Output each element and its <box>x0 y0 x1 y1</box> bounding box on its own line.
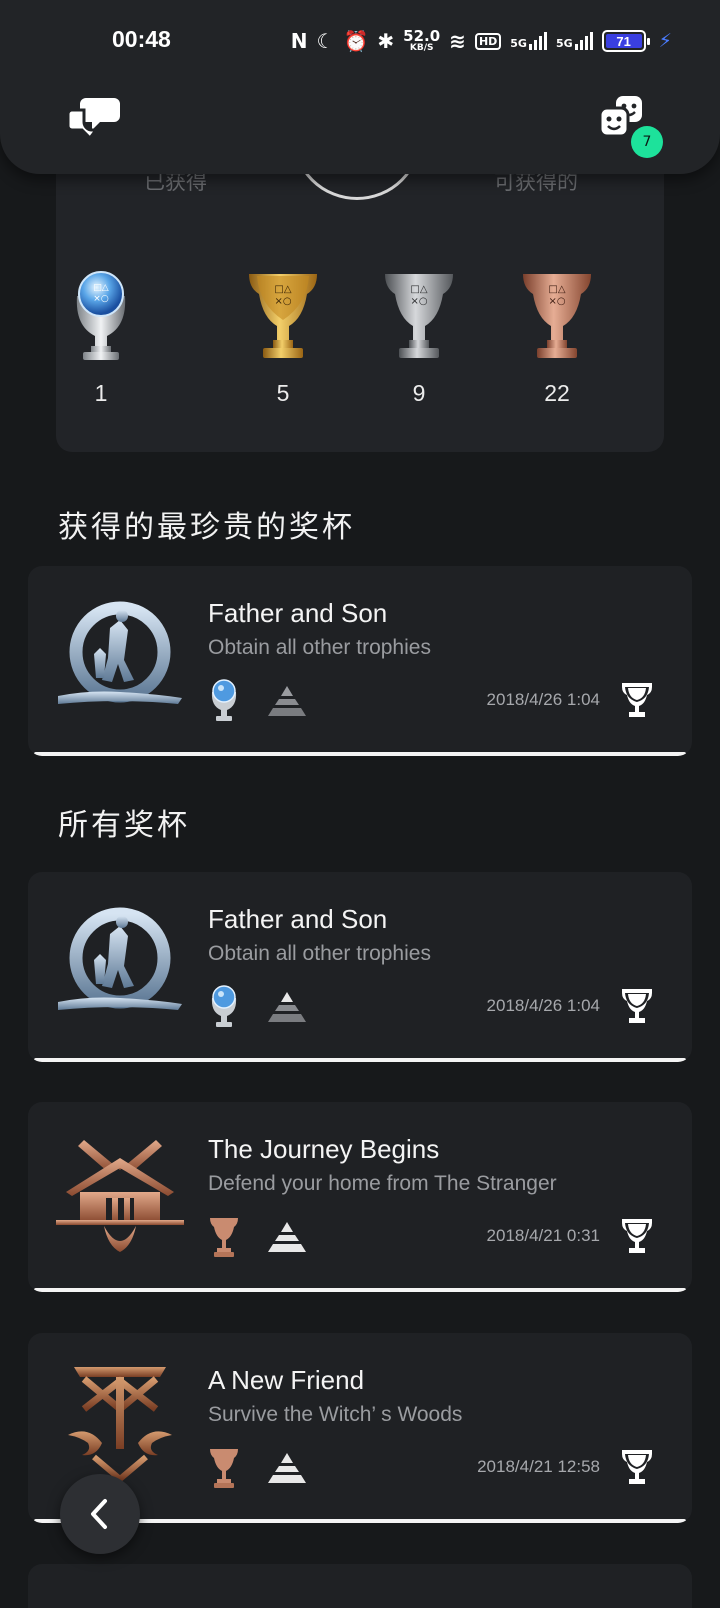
card-underline <box>34 1288 686 1292</box>
card-underline <box>34 752 686 756</box>
trophy-card[interactable]: Father and Son Obtain all other trophies… <box>28 872 692 1062</box>
a-new-friend-artwork <box>68 1367 172 1483</box>
father-and-son-artwork <box>58 601 182 704</box>
the-journey-begins-artwork <box>56 1140 184 1252</box>
bronze-grade-icon <box>210 1218 238 1257</box>
signal-icon-2: 5G <box>556 32 593 50</box>
trophy-name: A New Friend <box>208 1365 365 1395</box>
moon-icon: ☾ <box>316 29 335 53</box>
trophy-name: Father and Son <box>208 598 388 628</box>
trophy-name: The Journey Begins <box>208 1134 440 1164</box>
card-underline <box>34 1058 686 1062</box>
trophy-list-screen: 00:48 N ☾ ⏰ ✱ 52.0 KB/S ≋ HD 5G 5G 71 ⚡ <box>0 0 720 1608</box>
nfc-icon: N <box>290 29 308 53</box>
earned-trophy-icon <box>622 683 652 717</box>
rarity-pyramid-icon <box>268 686 306 716</box>
father-and-son-artwork <box>58 907 182 1010</box>
svg-text:×○: ×○ <box>548 296 565 307</box>
alarm-icon: ⏰ <box>343 29 369 53</box>
trophy-card[interactable]: The Journey Begins Defend your home from… <box>28 1102 692 1292</box>
rarest-trophy-card[interactable]: Father and Son Obtain all other trophies… <box>28 566 692 756</box>
messages-button[interactable] <box>66 94 120 141</box>
svg-text:×○: ×○ <box>93 294 109 304</box>
battery-icon: 71 <box>601 30 650 52</box>
earned-date: 2018/4/21 12:58 <box>477 1457 600 1476</box>
svg-text:□△: □△ <box>410 284 427 295</box>
trophy-description: Obtain all other trophies <box>208 636 431 659</box>
svg-text:×○: ×○ <box>410 296 427 307</box>
hd-icon: HD <box>474 32 502 50</box>
bronze-trophy-icon: □△ ×○ <box>523 274 591 358</box>
bluetooth-icon: ✱ <box>377 29 395 53</box>
rarity-pyramid-icon <box>268 992 306 1022</box>
svg-text:□△: □△ <box>93 283 109 293</box>
top-app-bar: 00:48 N ☾ ⏰ ✱ 52.0 KB/S ≋ HD 5G 5G 71 ⚡ <box>0 0 720 174</box>
earned-date: 2018/4/26 1:04 <box>486 996 600 1015</box>
gold-trophy-icon: □△ ×○ <box>249 274 317 358</box>
friends-count-badge: 7 <box>631 126 663 158</box>
platinum-trophy-icon: □△ ×○ <box>76 271 126 360</box>
gold-count: □△ ×○ 5 <box>238 266 328 407</box>
signal-icon: 5G <box>510 32 547 50</box>
svg-text:□△: □△ <box>548 284 565 295</box>
chat-bubbles-icon <box>66 98 120 141</box>
charging-icon: ⚡ <box>658 30 672 52</box>
status-icons: N ☾ ⏰ ✱ 52.0 KB/S ≋ HD 5G 5G 71 ⚡ <box>291 26 672 56</box>
rarity-pyramid-icon <box>268 1222 306 1252</box>
platinum-grade-icon <box>211 985 237 1027</box>
wifi-icon: ≋ <box>449 29 466 53</box>
status-time: 00:48 <box>112 26 171 52</box>
silver-count: □△ ×○ 9 <box>374 266 464 407</box>
earned-trophy-icon <box>622 1219 652 1253</box>
silver-trophy-icon: □△ ×○ <box>385 274 453 358</box>
earned-date: 2018/4/21 0:31 <box>486 1226 600 1245</box>
chevron-left-icon <box>91 1499 107 1529</box>
all-trophies-section-title: 所有奖杯 <box>58 808 190 843</box>
trophy-description: Survive the Witch’ s Woods <box>208 1403 463 1426</box>
trophy-card-partial[interactable] <box>28 1564 692 1608</box>
network-speed: 52.0 KB/S <box>403 27 441 53</box>
earned-trophy-icon <box>622 989 652 1023</box>
earned-date: 2018/4/26 1:04 <box>486 690 600 709</box>
trophy-description: Defend your home from The Stranger <box>208 1172 557 1195</box>
platinum-grade-icon <box>211 679 237 721</box>
svg-text:□△: □△ <box>274 284 291 295</box>
trophy-name: Father and Son <box>208 904 388 934</box>
bronze-grade-icon <box>210 1449 238 1488</box>
bronze-count: □△ ×○ 22 <box>512 266 602 407</box>
rarest-section-title: 获得的最珍贵的奖杯 <box>58 510 355 545</box>
back-button[interactable] <box>60 1474 140 1554</box>
rarity-pyramid-icon <box>268 1453 306 1483</box>
svg-text:×○: ×○ <box>274 296 291 307</box>
platinum-count: □△ ×○ 1 <box>56 266 146 407</box>
trophy-description: Obtain all other trophies <box>208 942 431 965</box>
earned-trophy-icon <box>622 1450 652 1484</box>
